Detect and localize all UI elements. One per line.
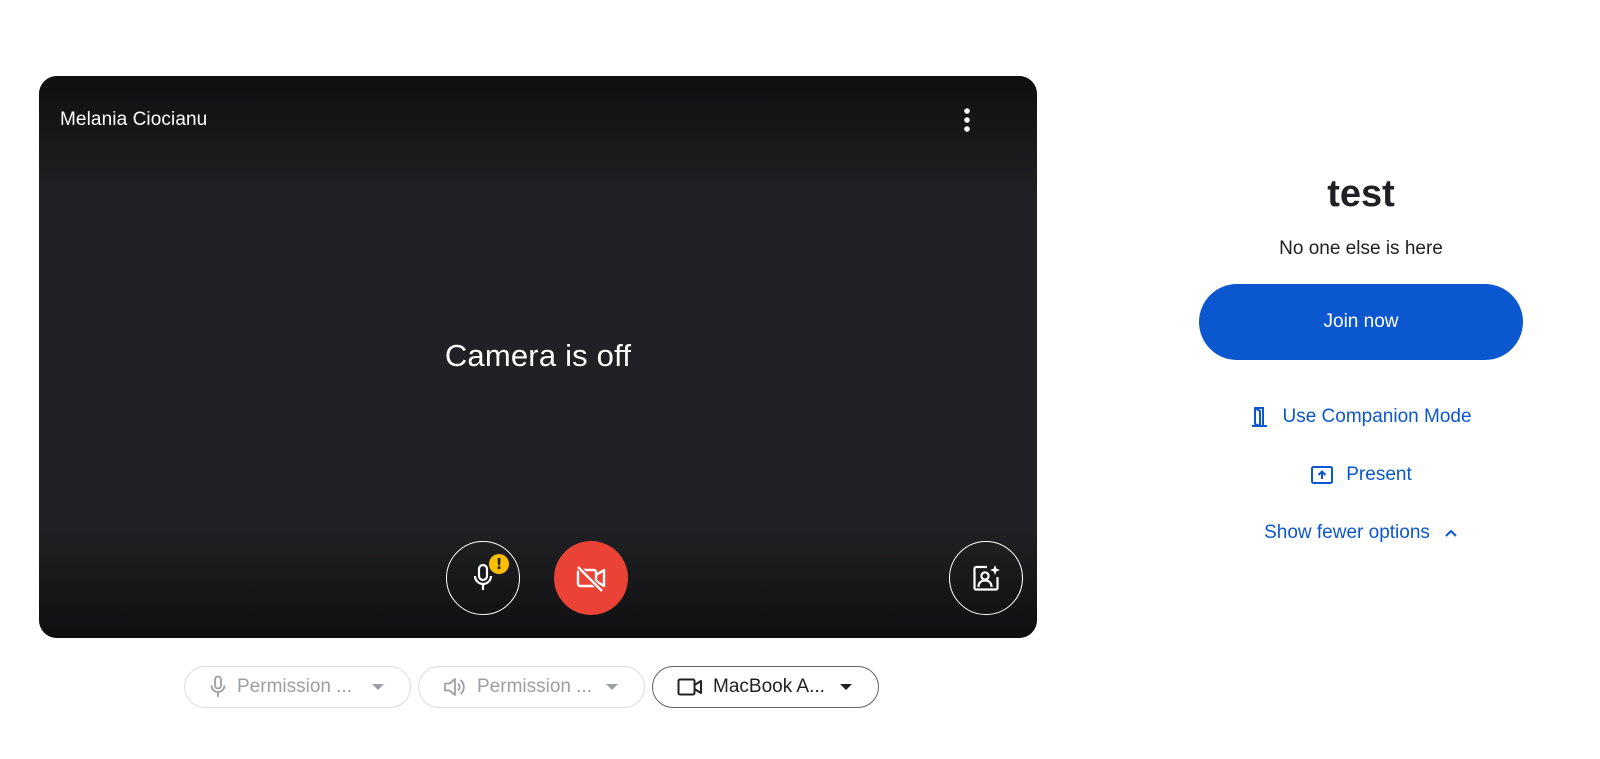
microphone-toggle-button[interactable]: ! — [446, 541, 520, 615]
show-fewer-options-button[interactable]: Show fewer options — [1196, 522, 1526, 544]
camera-select-label: MacBook A... — [713, 676, 825, 697]
presence-status: No one else is here — [1279, 238, 1443, 259]
preview-top-gradient — [39, 76, 1037, 196]
self-video-preview: Melania Ciocianu Camera is off ! — [39, 76, 1037, 638]
speaker-select[interactable]: Permission ... — [418, 666, 645, 708]
more-options-button[interactable] — [945, 98, 989, 142]
visual-effects-icon — [973, 565, 1000, 591]
companion-mode-label: Use Companion Mode — [1282, 406, 1472, 427]
companion-mode-button[interactable]: Use Companion Mode — [1196, 406, 1526, 428]
camera-select[interactable]: MacBook A... — [652, 666, 879, 708]
join-now-label: Join now — [1323, 311, 1399, 332]
speaker-select-label: Permission ... — [477, 676, 593, 697]
microphone-select[interactable]: Permission ... — [184, 666, 411, 708]
speaker-icon — [444, 678, 465, 696]
join-now-button[interactable]: Join now — [1199, 284, 1523, 360]
caret-down-icon — [372, 684, 384, 690]
videocam-off-icon — [576, 565, 606, 592]
mic-icon — [210, 675, 226, 697]
meeting-title: test — [1327, 173, 1395, 215]
caret-down-icon — [840, 684, 852, 690]
present-label: Present — [1346, 464, 1412, 485]
warning-badge-icon: ! — [489, 554, 509, 574]
camera-toggle-button[interactable] — [554, 541, 628, 615]
camera-off-message: Camera is off — [444, 338, 632, 373]
join-panel: test No one else is here Join now Use Co… — [1196, 170, 1526, 544]
more-vert-icon — [964, 108, 970, 132]
chevron-up-icon — [1445, 529, 1457, 537]
participant-name: Melania Ciocianu — [60, 109, 208, 130]
microphone-select-label: Permission ... — [237, 676, 353, 697]
present-screen-icon — [1311, 466, 1334, 484]
meet-green-room: Melania Ciocianu Camera is off ! Permiss… — [0, 0, 1600, 759]
videocam-icon — [677, 678, 702, 696]
caret-down-icon — [606, 684, 618, 690]
visual-effects-button[interactable] — [949, 541, 1023, 615]
present-button[interactable]: Present — [1196, 464, 1526, 486]
preview-bottom-gradient — [39, 528, 1037, 638]
show-fewer-options-label: Show fewer options — [1264, 522, 1430, 543]
companion-mode-icon — [1252, 407, 1268, 427]
